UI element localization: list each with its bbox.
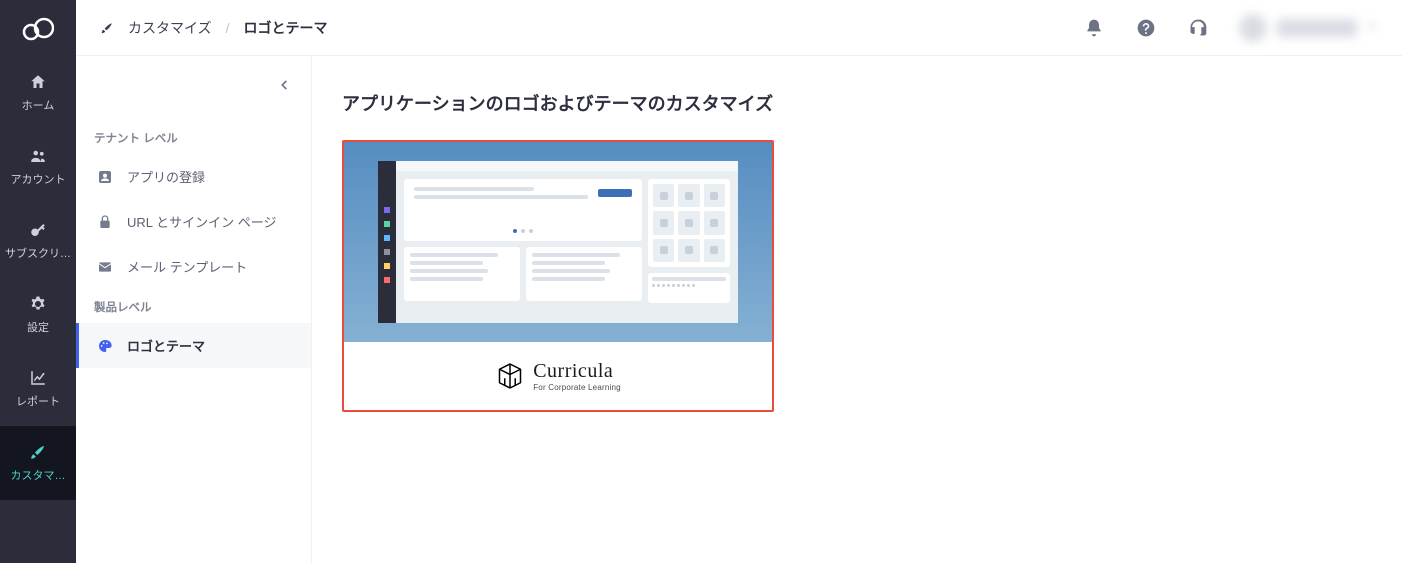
panel-item-app-registration[interactable]: アプリの登録	[76, 154, 311, 199]
rail-item-label: ホーム	[22, 97, 55, 113]
main-content: アプリケーションのロゴおよびテーマのカスタマイズ	[312, 56, 1402, 563]
brand-name: Curricula	[533, 360, 621, 383]
collapse-sidebar-button[interactable]	[76, 78, 311, 102]
panel-item-label: ロゴとテーマ	[127, 336, 205, 355]
users-icon	[29, 147, 47, 165]
mail-icon	[97, 259, 113, 275]
app-tile-icon	[97, 169, 113, 185]
rail-item-customize[interactable]: カスタマ…	[0, 426, 76, 500]
breadcrumb: カスタマイズ / ロゴとテーマ	[100, 18, 327, 38]
help-button[interactable]	[1134, 16, 1158, 40]
user-menu[interactable]: ▼	[1238, 10, 1378, 46]
lock-icon	[97, 214, 113, 230]
theme-preview-canvas	[344, 142, 772, 342]
chevron-left-icon	[277, 78, 291, 92]
theme-preview-card[interactable]: Curricula For Corporate Learning	[342, 140, 774, 412]
topbar-actions: ▼	[1082, 10, 1378, 46]
rail-item-settings[interactable]: 設定	[0, 278, 76, 352]
chevron-down-icon: ▼	[1367, 22, 1377, 33]
brush-icon	[100, 21, 114, 35]
panel-item-label: アプリの登録	[127, 167, 205, 186]
panel-heading-product: 製品レベル	[76, 289, 311, 323]
rail-item-label: レポート	[16, 393, 60, 409]
panel-heading-tenant: テナント レベル	[76, 120, 311, 154]
gear-icon	[29, 295, 47, 313]
notifications-button[interactable]	[1082, 16, 1106, 40]
rail-item-label: 設定	[27, 319, 49, 335]
panel-item-label: メール テンプレート	[127, 257, 247, 276]
breadcrumb-separator: /	[226, 20, 230, 36]
panel-item-logo-theme[interactable]: ロゴとテーマ	[76, 323, 311, 368]
cloud-logo-icon	[22, 15, 54, 41]
theme-preview-footer: Curricula For Corporate Learning	[344, 342, 772, 410]
chart-icon	[29, 369, 47, 387]
home-icon	[29, 73, 47, 91]
top-bar: カスタマイズ / ロゴとテーマ ▼	[76, 0, 1402, 56]
rail-item-account[interactable]: アカウント	[0, 130, 76, 204]
brush-icon	[29, 443, 47, 461]
palette-icon	[97, 338, 113, 354]
curricula-box-icon	[495, 361, 525, 391]
help-circle-icon	[1136, 18, 1156, 38]
rail-item-subscription[interactable]: サブスクリ…	[0, 204, 76, 278]
user-name-redacted	[1277, 19, 1357, 37]
breadcrumb-current: ロゴとテーマ	[243, 18, 327, 38]
breadcrumb-root[interactable]: カスタマイズ	[128, 18, 212, 38]
panel-item-label: URL とサインイン ページ	[127, 212, 277, 231]
headset-icon	[1188, 18, 1208, 38]
tenant-logo: Curricula For Corporate Learning	[495, 360, 621, 392]
panel-item-mail-template[interactable]: メール テンプレート	[76, 244, 311, 289]
mini-app-mockup	[378, 161, 738, 323]
key-icon	[29, 221, 47, 239]
panel-item-url-signin[interactable]: URL とサインイン ページ	[76, 199, 311, 244]
rail-item-label: サブスクリ…	[5, 245, 71, 261]
bell-icon	[1084, 18, 1104, 38]
support-button[interactable]	[1186, 16, 1210, 40]
rail-item-label: カスタマ…	[11, 467, 66, 483]
secondary-sidebar: テナント レベル アプリの登録 URL とサインイン ページ メール テンプレー…	[76, 56, 312, 563]
brand-tagline: For Corporate Learning	[533, 383, 621, 392]
app-logo[interactable]	[0, 0, 76, 56]
avatar	[1239, 14, 1267, 42]
page-title: アプリケーションのロゴおよびテーマのカスタマイズ	[342, 90, 1372, 116]
rail-item-report[interactable]: レポート	[0, 352, 76, 426]
primary-nav-rail: ホーム アカウント サブスクリ… 設定 レポート カスタマ…	[0, 0, 76, 563]
rail-item-label: アカウント	[11, 171, 66, 187]
rail-item-home[interactable]: ホーム	[0, 56, 76, 130]
